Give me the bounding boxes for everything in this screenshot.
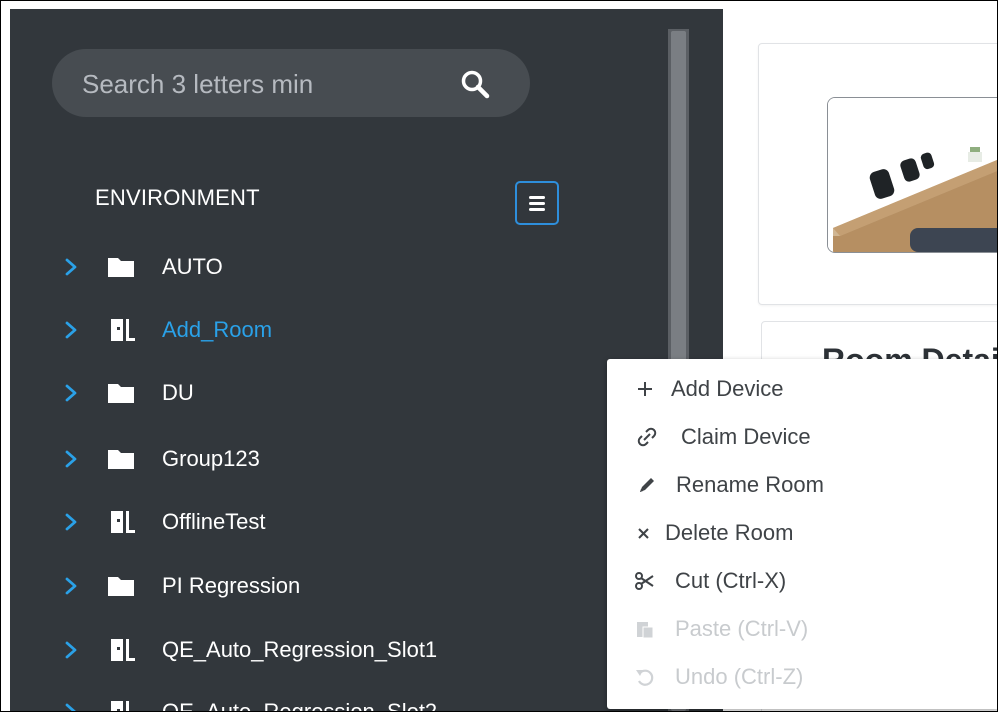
menu-item-label: Undo (Ctrl-Z) — [675, 664, 804, 689]
close-icon — [638, 528, 649, 539]
tree-item-auto[interactable]: AUTO — [62, 245, 662, 289]
plus-icon — [638, 382, 652, 396]
tree-item-label: Group123 — [162, 446, 260, 471]
top-border-strip — [1, 1, 997, 9]
app-frame: ENVIRONMENT AUTO — [0, 0, 998, 712]
pencil-icon — [640, 478, 654, 492]
context-menu: Add Device Claim Device Rename Room Dele… — [607, 359, 997, 709]
menu-item-label: Cut (Ctrl-X) — [675, 568, 787, 593]
menu-item-label: Paste (Ctrl-V) — [675, 616, 809, 641]
menu-icon — [529, 196, 545, 211]
menu-item-delete-room[interactable]: Delete Room — [607, 510, 997, 556]
menu-item-label: Rename Room — [676, 472, 824, 497]
chevron-right-icon[interactable] — [62, 321, 80, 339]
environment-label: ENVIRONMENT — [95, 185, 260, 210]
tree-item-du[interactable]: DU — [62, 371, 662, 415]
tree-item-pi-regression[interactable]: PI Regression — [62, 564, 662, 608]
menu-item-rename-room[interactable]: Rename Room — [607, 462, 997, 508]
tree-item-qe-auto-regression-slot1[interactable]: QE_Auto_Regression_Slot1 — [62, 628, 662, 672]
door-icon — [111, 639, 135, 661]
door-icon — [111, 511, 135, 533]
tree-item-label: OfflineTest — [162, 509, 266, 534]
menu-item-paste[interactable]: Paste (Ctrl-V) — [607, 606, 997, 652]
tree-item-label: AUTO — [162, 254, 223, 279]
tree-item-group123[interactable]: Group123 — [62, 437, 662, 481]
folder-icon — [108, 384, 134, 403]
search-icon[interactable] — [457, 66, 493, 102]
menu-item-cut[interactable]: Cut (Ctrl-X) — [607, 558, 997, 604]
paste-icon — [637, 622, 654, 639]
tree-item-label: QE_Auto_Regression_Slot1 — [162, 637, 438, 662]
folder-icon — [108, 450, 134, 469]
chevron-right-icon[interactable] — [62, 513, 80, 531]
folder-icon — [108, 577, 134, 596]
menu-item-label: Add Device — [671, 376, 784, 401]
chevron-right-icon[interactable] — [62, 577, 80, 595]
link-icon — [637, 427, 657, 447]
tree-item-qe-auto-regression-slot2[interactable]: QE_Auto_Regression_Slot2 — [62, 690, 662, 711]
tree-item-offlinetest[interactable]: OfflineTest — [62, 500, 662, 544]
door-icon — [111, 319, 135, 341]
folder-icon — [108, 258, 134, 277]
tree-item-label: QE_Auto_Regression_Slot2 — [162, 690, 437, 711]
chevron-right-icon[interactable] — [62, 384, 80, 402]
search-input[interactable] — [80, 61, 434, 107]
tree-item-label: PI Regression — [162, 573, 301, 598]
left-border-strip — [1, 1, 10, 711]
menu-item-add-device[interactable]: Add Device — [607, 366, 997, 412]
room-image-card — [758, 43, 997, 305]
door-icon — [111, 701, 129, 711]
chevron-right-icon[interactable] — [62, 450, 80, 468]
chevron-right-icon[interactable] — [62, 703, 80, 711]
tree-item-label: Add_Room — [162, 317, 273, 342]
undo-icon — [636, 669, 654, 686]
room-image — [827, 97, 997, 253]
menu-item-undo[interactable]: Undo (Ctrl-Z) — [607, 654, 997, 700]
menu-item-label: Delete Room — [665, 520, 794, 545]
chevron-right-icon[interactable] — [62, 641, 80, 659]
tree-item-label: DU — [162, 380, 194, 405]
search-box[interactable] — [52, 49, 530, 117]
chevron-right-icon[interactable] — [62, 258, 80, 276]
conference-room-picture — [828, 98, 997, 252]
scissors-icon — [635, 572, 654, 590]
tree-item-add-room[interactable]: Add_Room — [62, 308, 662, 352]
menu-item-claim-device[interactable]: Claim Device — [607, 414, 997, 460]
menu-item-label: Claim Device — [681, 424, 811, 449]
environment-menu-button[interactable] — [515, 181, 559, 225]
